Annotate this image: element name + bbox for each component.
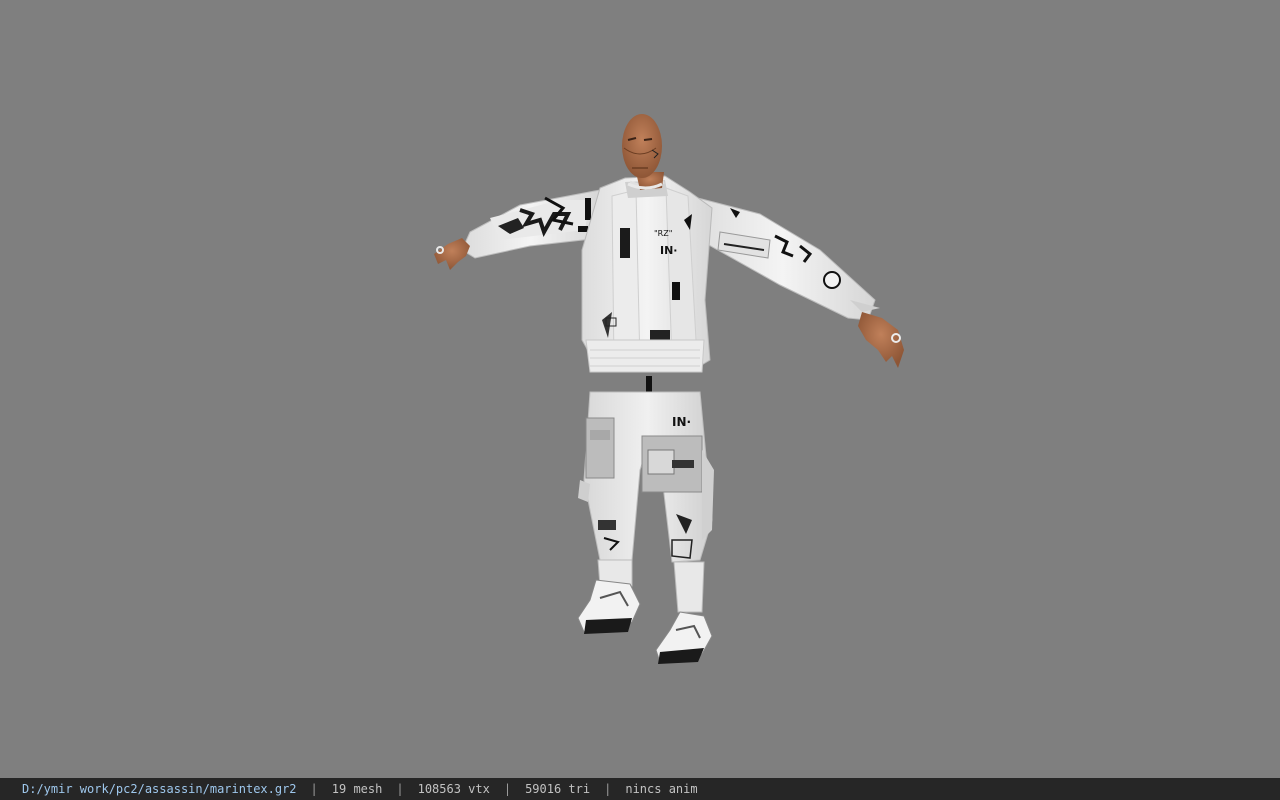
pants: IN· bbox=[578, 391, 714, 613]
status-separator: | bbox=[396, 782, 404, 796]
status-separator: | bbox=[503, 782, 512, 796]
character-model[interactable]: "RZ" IN· IN· bbox=[0, 0, 1280, 778]
right-arm bbox=[689, 195, 904, 368]
vertex-count: 108563 vtx bbox=[417, 782, 490, 796]
svg-text:IN·: IN· bbox=[660, 244, 677, 257]
mesh-count: 19 mesh bbox=[331, 782, 383, 796]
status-separator: | bbox=[604, 782, 612, 796]
status-bar: D:/ymir work/pc2/assassin/marintex.gr2 | 1… bbox=[0, 778, 1280, 800]
status-separator: | bbox=[310, 782, 318, 796]
svg-text:"RZ": "RZ" bbox=[654, 229, 672, 238]
svg-text:IN·: IN· bbox=[672, 415, 691, 429]
triangle-count: 59016 tri bbox=[525, 782, 591, 796]
jacket: "RZ" IN· bbox=[581, 175, 713, 416]
3d-viewport[interactable]: "RZ" IN· IN· bbox=[0, 0, 1280, 778]
file-path: D:/ymir work/pc2/assassin/marintex.gr2 bbox=[22, 782, 297, 796]
animation-status: nincs anim bbox=[625, 782, 698, 796]
left-arm bbox=[434, 189, 601, 270]
